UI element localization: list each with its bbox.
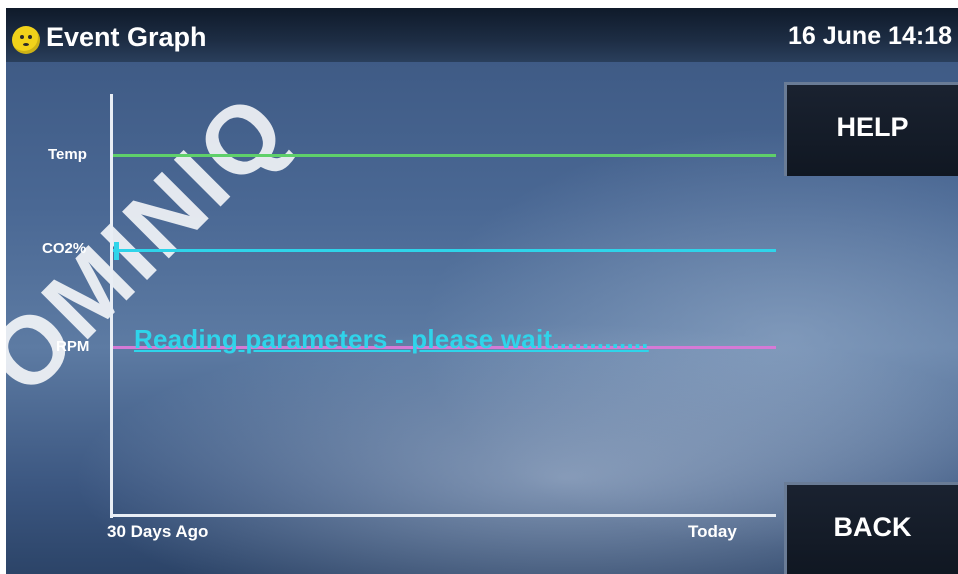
co2-marker: [114, 242, 119, 260]
help-button[interactable]: HELP: [784, 82, 958, 176]
x-label-start: 30 Days Ago: [107, 522, 209, 541]
y-label-co2: CO2%: [42, 240, 87, 257]
y-label-rpm: RPM: [56, 338, 90, 355]
temp-trace: [113, 154, 776, 157]
event-graph-screen: OMINIQ Event Graph 16 June 14:18 Temp CO…: [6, 8, 958, 574]
y-label-temp: Temp: [48, 146, 87, 163]
smiley-status-icon: [12, 26, 40, 54]
page-title: Event Graph: [46, 22, 207, 52]
y-axis: [110, 94, 113, 518]
x-axis: [110, 514, 776, 517]
date-time: 16 June 14:18: [788, 22, 952, 50]
back-button[interactable]: BACK: [784, 482, 958, 574]
co2-trace: [113, 249, 776, 252]
status-message: Reading parameters - please wait........…: [134, 324, 649, 354]
title-bar: Event Graph 16 June 14:18: [6, 8, 958, 62]
x-label-end: Today: [688, 522, 737, 541]
